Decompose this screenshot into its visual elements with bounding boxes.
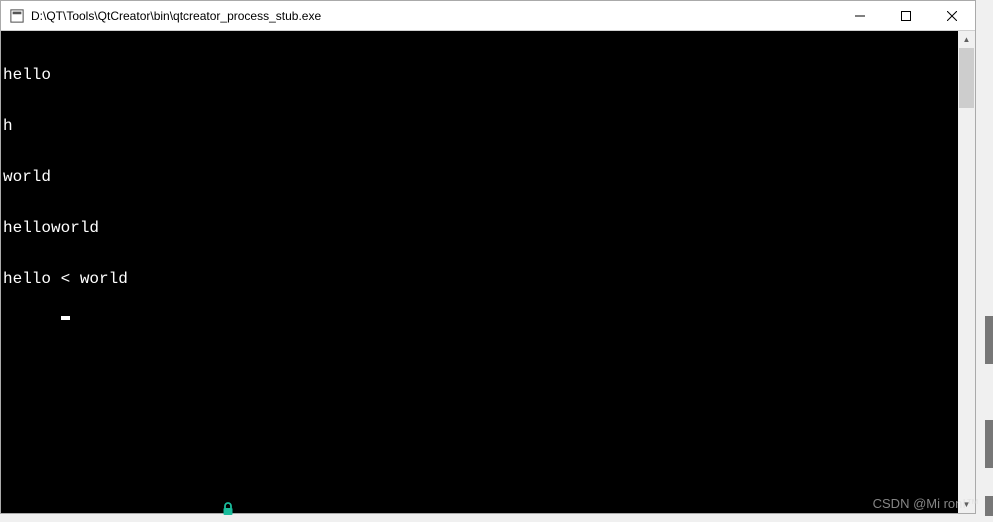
console-line: hello bbox=[3, 67, 958, 84]
vertical-scrollbar[interactable]: ▲ ▼ bbox=[958, 31, 975, 513]
console-line: helloworld bbox=[3, 220, 958, 237]
titlebar[interactable]: D:\QT\Tools\QtCreator\bin\qtcreator_proc… bbox=[1, 1, 975, 31]
side-indicator bbox=[985, 316, 993, 364]
console-line: h bbox=[3, 118, 958, 135]
console-area: hello h world helloworld hello < world ▲… bbox=[1, 31, 975, 513]
scrollbar-down-arrow[interactable]: ▼ bbox=[958, 496, 975, 513]
window-controls bbox=[837, 1, 975, 30]
maximize-button[interactable] bbox=[883, 1, 929, 30]
console-window: D:\QT\Tools\QtCreator\bin\qtcreator_proc… bbox=[0, 0, 976, 514]
scrollbar-thumb[interactable] bbox=[959, 48, 974, 108]
app-icon bbox=[9, 8, 25, 24]
window-title: D:\QT\Tools\QtCreator\bin\qtcreator_proc… bbox=[31, 9, 837, 23]
console-line: hello < world bbox=[3, 271, 958, 288]
minimize-button[interactable] bbox=[837, 1, 883, 30]
lock-icon bbox=[220, 501, 236, 517]
cursor bbox=[61, 316, 70, 320]
side-indicator bbox=[985, 496, 993, 516]
close-button[interactable] bbox=[929, 1, 975, 30]
console-output[interactable]: hello h world helloworld hello < world bbox=[1, 31, 958, 513]
side-indicator bbox=[985, 420, 993, 468]
console-line: world bbox=[3, 169, 958, 186]
scrollbar-up-arrow[interactable]: ▲ bbox=[958, 31, 975, 48]
